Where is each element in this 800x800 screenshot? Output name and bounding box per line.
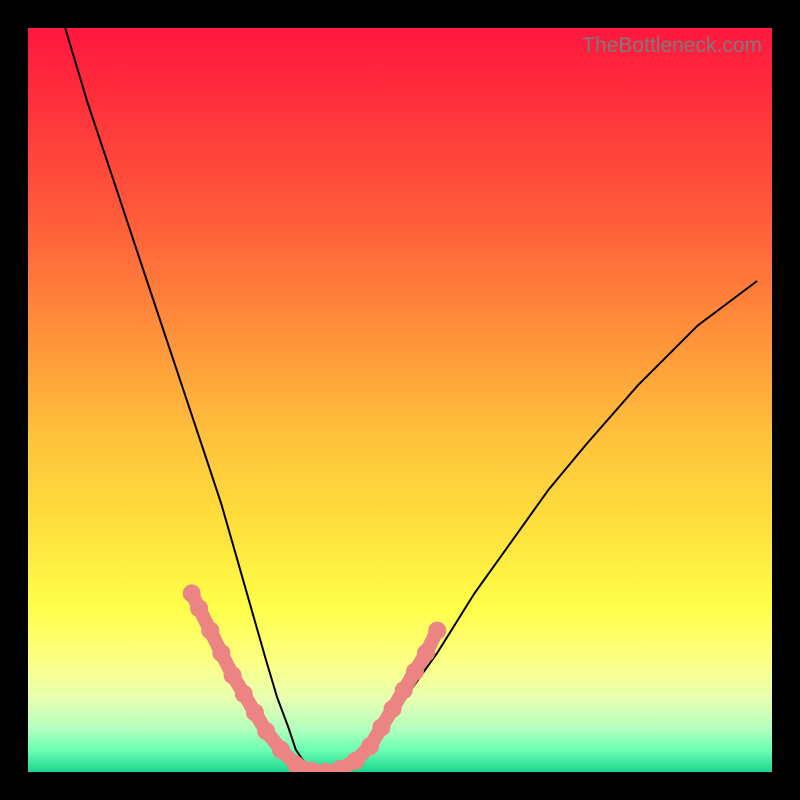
marker-dot [428,622,446,640]
marker-dot [257,722,275,740]
bottleneck-curve [65,28,757,772]
marker-dot [235,685,253,703]
curve-markers [183,584,447,772]
marker-dot [190,599,208,617]
marker-dot [384,700,402,718]
marker-dot [224,666,242,684]
marker-dot [272,741,290,759]
chart-plot-area: TheBottleneck.com [28,28,772,772]
marker-dot [361,737,379,755]
marker-dot [406,663,424,681]
marker-dot [201,622,219,640]
marker-dot [346,752,364,770]
marker-dot [212,644,230,662]
bottleneck-chart [28,28,772,772]
marker-dot [395,681,413,699]
marker-dot [246,704,264,722]
marker-dot [417,644,435,662]
marker-dot [372,718,390,736]
